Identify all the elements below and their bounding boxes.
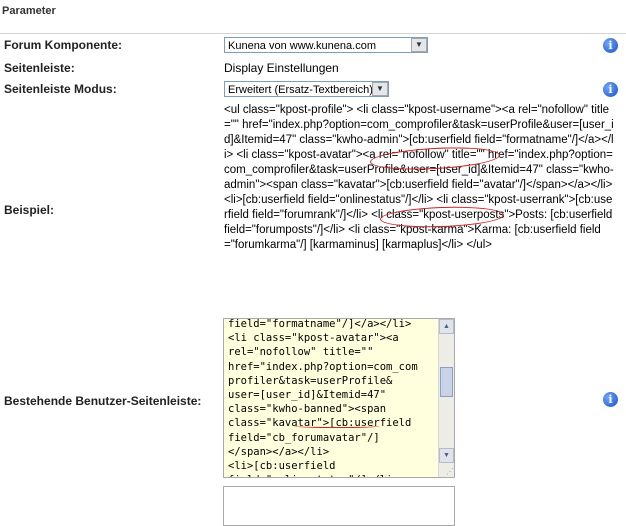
forum-component-select[interactable]: Kunena von www.kunena.com ▼ (224, 37, 428, 53)
sidebar-value: Display Einstellungen (224, 61, 339, 75)
example-label: Beispiel: (4, 203, 55, 217)
chevron-down-icon[interactable]: ▼ (372, 82, 388, 96)
existing-sidebar-text[interactable]: field="formatname"/]</a></li> <li class=… (228, 319, 438, 477)
scroll-up-icon[interactable]: ▲ (439, 319, 454, 334)
empty-textarea[interactable] (223, 486, 455, 526)
sidebar-mode-select[interactable]: Erweitert (Ersatz-Textbereich) ▼ (224, 81, 389, 97)
info-icon[interactable]: i (603, 82, 618, 97)
resize-grip-icon[interactable]: ⋰ (440, 467, 454, 477)
scrollbar-thumb[interactable] (440, 367, 453, 397)
section-title: Parameter (2, 5, 56, 17)
scroll-down-icon[interactable]: ▼ (439, 448, 454, 463)
forum-component-label: Forum Komponente: (4, 38, 122, 52)
forum-component-value: Kunena von www.kunena.com (228, 40, 376, 52)
example-html-preview: <ul class="kpost-profile"> <li class="kp… (224, 104, 616, 251)
chevron-down-icon[interactable]: ▼ (411, 38, 427, 52)
sidebar-mode-label: Seitenleiste Modus: (4, 82, 117, 96)
annotation-underline (294, 423, 380, 428)
sidebar-mode-value: Erweitert (Ersatz-Textbereich) (228, 84, 373, 96)
existing-sidebar-textarea[interactable]: field="formatname"/]</a></li> <li class=… (223, 318, 455, 478)
sidebar-label: Seitenleiste: (4, 61, 75, 75)
existing-sidebar-label: Bestehende Benutzer-Seitenleiste: (4, 394, 202, 408)
textarea-scrollbar[interactable]: ▲ ▼ (438, 319, 454, 477)
parameters-header: Parameter (0, 0, 626, 34)
info-icon[interactable]: i (603, 38, 618, 53)
info-icon[interactable]: i (603, 392, 618, 407)
